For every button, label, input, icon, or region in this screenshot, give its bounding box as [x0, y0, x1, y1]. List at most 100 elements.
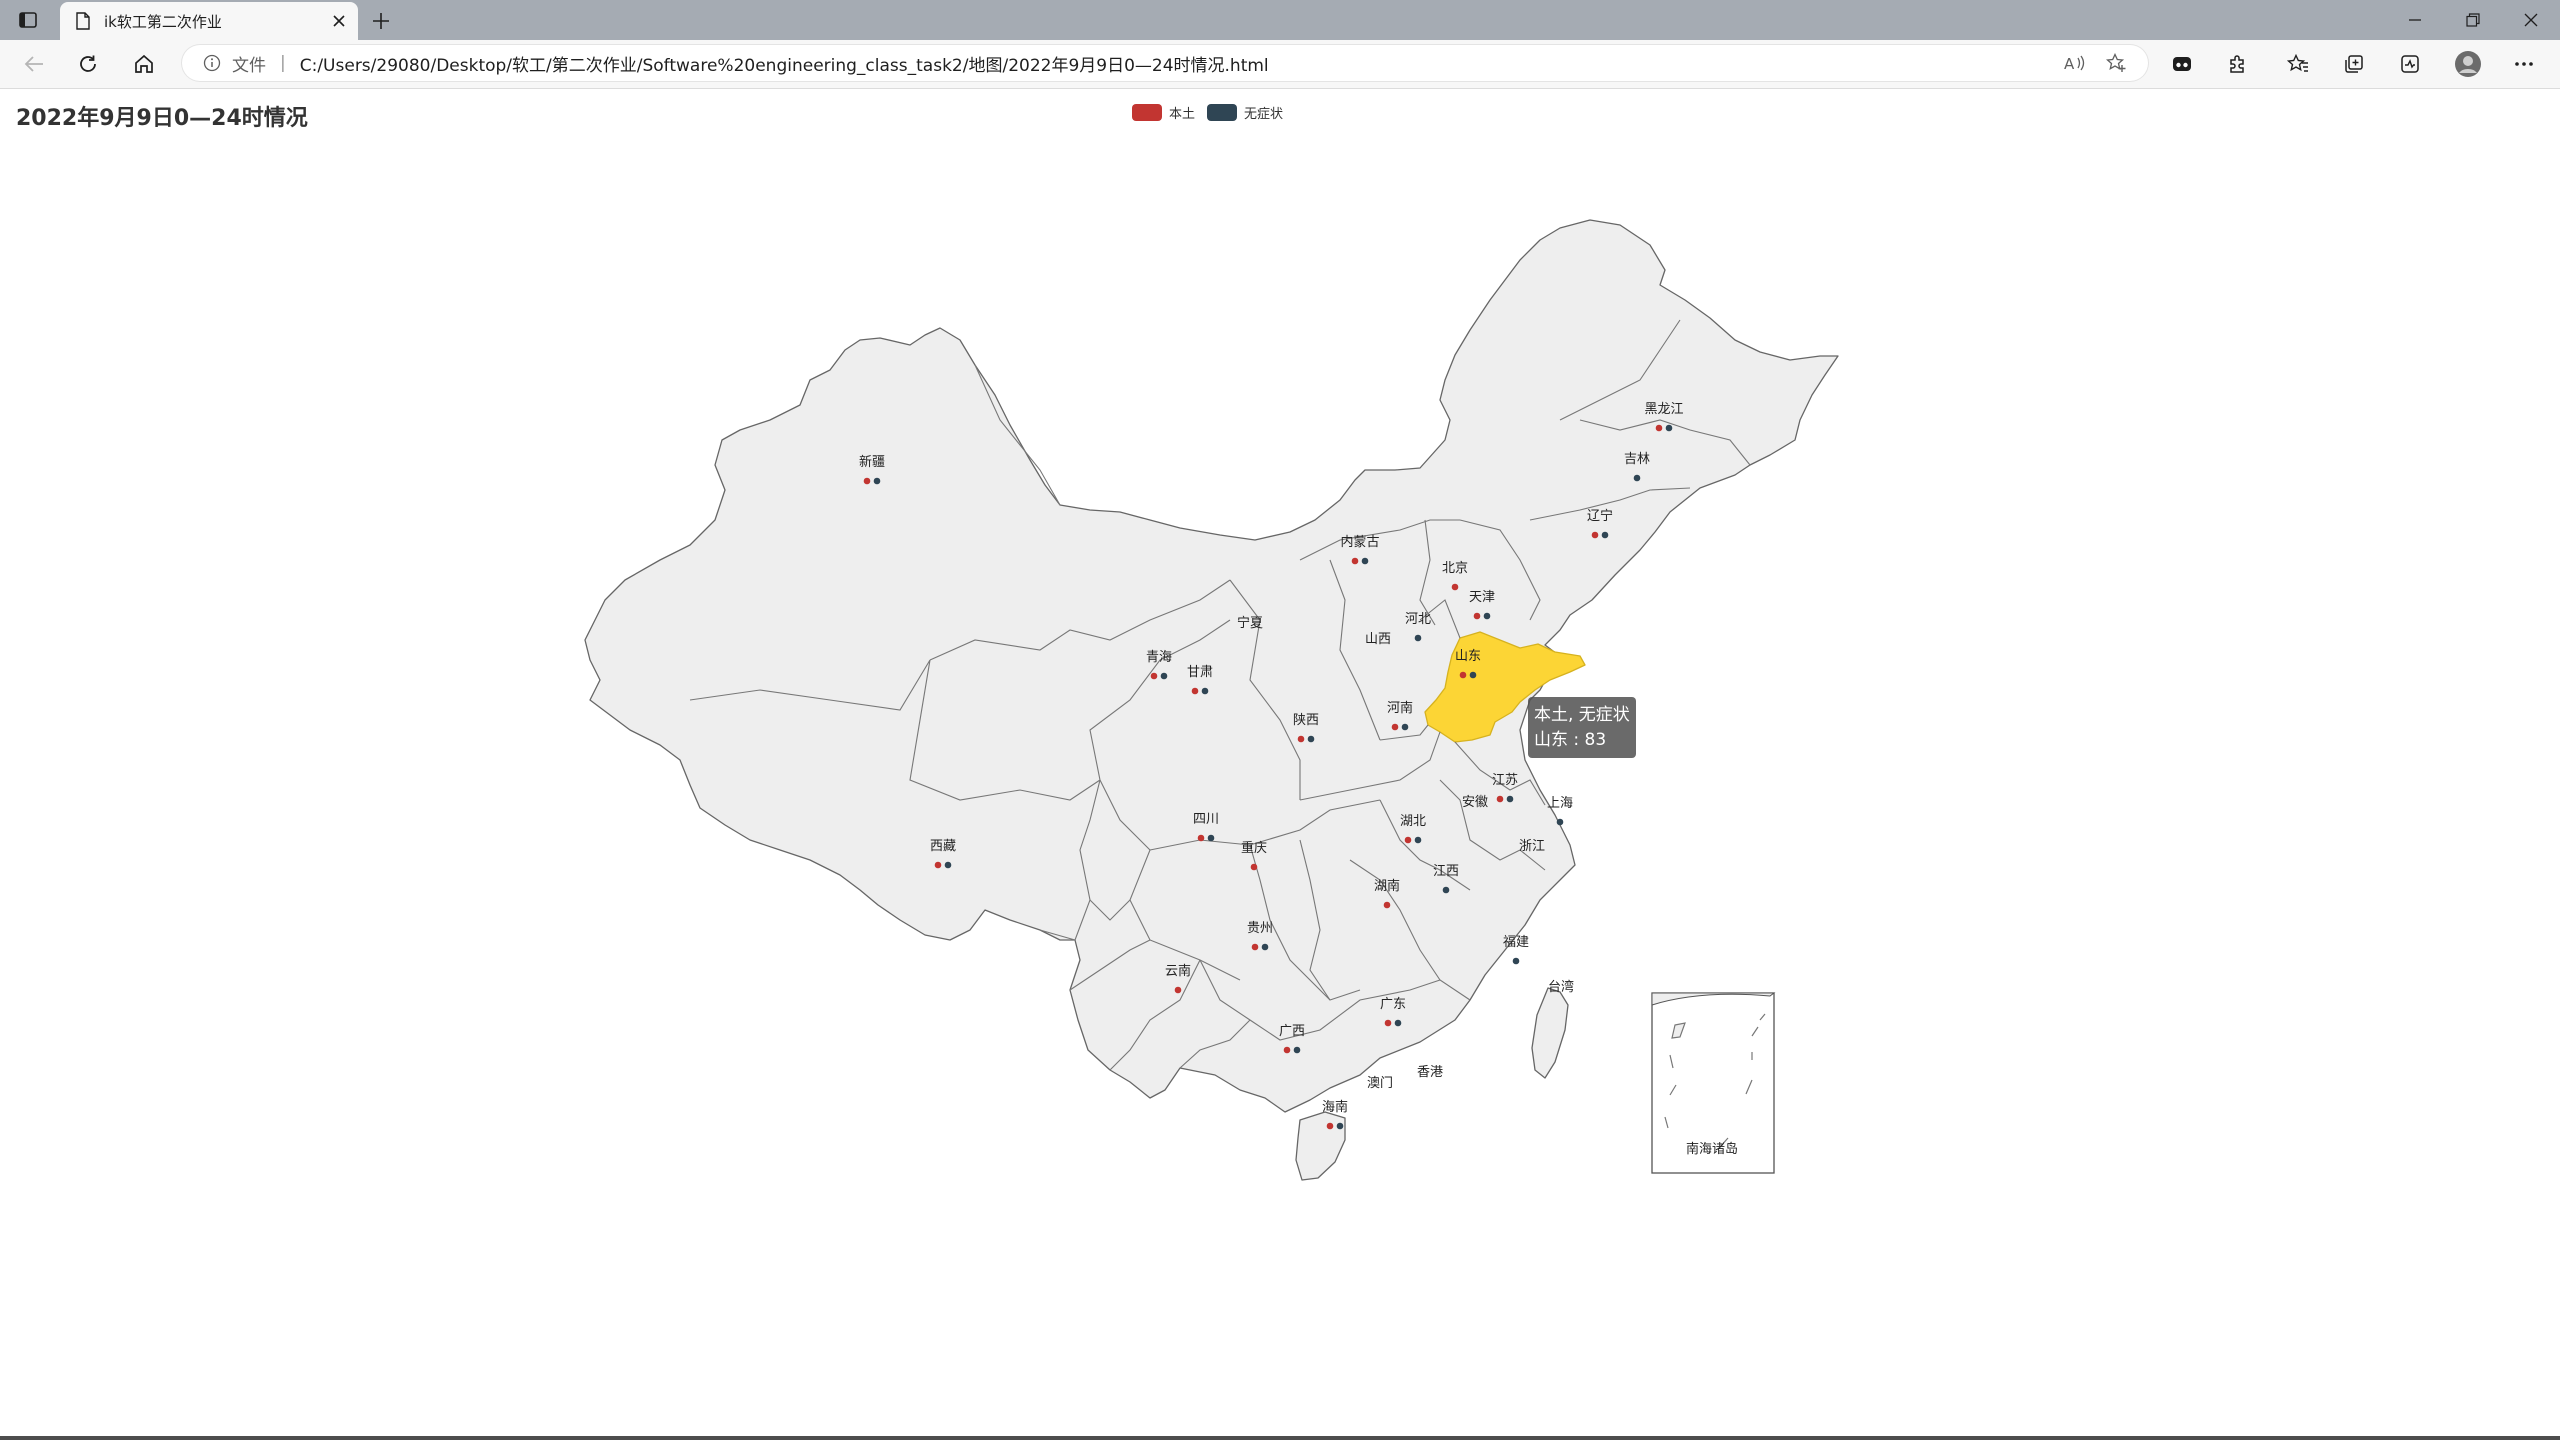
province-label: 黑龙江	[1644, 402, 1683, 417]
province-label: 辽宁	[1587, 508, 1613, 524]
back-arrow-icon	[24, 56, 43, 72]
province-marker[interactable]	[934, 861, 942, 869]
province-marker[interactable]	[1261, 943, 1269, 951]
province-marker[interactable]	[1326, 1122, 1334, 1130]
province-label: 青海	[1146, 650, 1172, 665]
back-button[interactable]	[16, 47, 52, 81]
province-marker[interactable]	[1384, 1019, 1392, 1027]
province-marker[interactable]	[1414, 836, 1422, 844]
plus-icon	[373, 13, 389, 29]
province-label: 湖南	[1374, 878, 1400, 894]
province-marker[interactable]	[1394, 1019, 1402, 1027]
province-label: 广西	[1279, 1024, 1305, 1039]
province-marker[interactable]	[1283, 1046, 1291, 1054]
performance-button[interactable]	[2392, 47, 2428, 81]
province-marker[interactable]	[1297, 735, 1305, 743]
province-label: 澳门	[1367, 1075, 1393, 1091]
province-marker[interactable]	[1601, 531, 1609, 539]
new-tab-button[interactable]	[366, 6, 396, 36]
province-marker[interactable]	[1191, 687, 1199, 695]
province-label: 海南	[1322, 1099, 1348, 1115]
province-marker[interactable]	[1473, 612, 1481, 620]
extension-button[interactable]	[2164, 47, 2200, 81]
province-marker[interactable]	[1506, 795, 1514, 803]
address-url[interactable]: C:/Users/29080/Desktop/软工/第二次作业/Software…	[300, 51, 1269, 76]
province-marker[interactable]	[1174, 986, 1182, 994]
province-marker[interactable]	[1361, 557, 1369, 565]
province-label: 北京	[1442, 561, 1468, 576]
province-marker[interactable]	[1351, 557, 1359, 565]
province-label: 宁夏	[1237, 615, 1263, 631]
province-marker[interactable]	[1459, 671, 1467, 679]
province-marker[interactable]	[1197, 834, 1205, 842]
read-aloud-icon[interactable]: A	[2062, 51, 2088, 75]
tab-title: ik软工第二次作业	[104, 12, 222, 31]
province-marker[interactable]	[1633, 474, 1641, 482]
more-icon	[2515, 62, 2533, 66]
add-favorite-icon[interactable]	[2104, 51, 2130, 75]
taiwan-region	[1531, 987, 1569, 1079]
extension-icon	[2173, 57, 2191, 71]
svg-text:A: A	[2064, 55, 2075, 72]
province-marker[interactable]	[1401, 723, 1409, 731]
active-tab[interactable]: ik软工第二次作业	[60, 2, 358, 40]
province-marker[interactable]	[1383, 901, 1391, 909]
province-label: 云南	[1165, 963, 1191, 979]
more-menu-button[interactable]	[2506, 47, 2542, 81]
restore-button[interactable]	[2444, 0, 2502, 40]
province-marker[interactable]	[1250, 863, 1258, 871]
profile-button[interactable]	[2450, 47, 2486, 81]
province-marker[interactable]	[944, 861, 952, 869]
province-marker[interactable]	[1150, 672, 1158, 680]
province-marker[interactable]	[1404, 836, 1412, 844]
address-bar[interactable]: 文件 | C:/Users/29080/Desktop/软工/第二次作业/Sof…	[182, 45, 2148, 81]
province-marker[interactable]	[873, 477, 881, 485]
province-marker[interactable]	[1207, 834, 1215, 842]
map-tooltip: 本土, 无症状 山东 : 83	[1528, 697, 1636, 758]
province-marker[interactable]	[1591, 531, 1599, 539]
province-marker[interactable]	[1307, 735, 1315, 743]
close-window-icon	[2524, 13, 2538, 27]
info-icon[interactable]	[202, 53, 222, 73]
province-marker[interactable]	[1512, 957, 1520, 965]
province-marker[interactable]	[1336, 1122, 1344, 1130]
tab-strip: ik软工第二次作业	[0, 0, 2560, 40]
province-marker[interactable]	[1665, 424, 1673, 432]
province-label: 香港	[1417, 1065, 1443, 1080]
home-button[interactable]	[126, 47, 162, 81]
province-marker[interactable]	[1556, 818, 1564, 826]
extensions-button[interactable]	[2220, 47, 2256, 81]
province-label: 陕西	[1293, 713, 1319, 728]
minimize-button[interactable]	[2386, 0, 2444, 40]
province-marker[interactable]	[1442, 886, 1450, 894]
inset-label: 南海诸岛	[1686, 1141, 1738, 1157]
province-marker[interactable]	[863, 477, 871, 485]
province-marker[interactable]	[1496, 795, 1504, 803]
province-label: 浙江	[1519, 839, 1545, 854]
home-icon	[135, 54, 153, 73]
province-marker[interactable]	[1201, 687, 1209, 695]
window-bottom-edge	[0, 1436, 2560, 1440]
province-marker[interactable]	[1469, 671, 1477, 679]
province-marker[interactable]	[1414, 634, 1422, 642]
collections-button[interactable]	[2336, 47, 2372, 81]
province-marker[interactable]	[1293, 1046, 1301, 1054]
close-tab-icon[interactable]	[324, 6, 354, 36]
province-label: 湖北	[1400, 814, 1426, 829]
tab-actions-button[interactable]	[14, 8, 42, 32]
province-marker[interactable]	[1251, 943, 1259, 951]
china-map: 黑龙江吉林辽宁内蒙古北京天津河北山西山东 新疆宁夏青海甘肃陕西 河南西藏 四川重庆 湖北…	[584, 219, 1839, 1181]
favorites-button[interactable]	[2280, 47, 2316, 81]
close-window-button[interactable]	[2502, 0, 2560, 40]
refresh-icon	[80, 55, 96, 72]
province-marker[interactable]	[1391, 723, 1399, 731]
province-marker[interactable]	[1655, 424, 1663, 432]
province-marker[interactable]	[1160, 672, 1168, 680]
puzzle-icon	[2230, 55, 2244, 73]
province-label: 重庆	[1241, 840, 1267, 856]
province-marker[interactable]	[1483, 612, 1491, 620]
heart-pulse-icon	[2401, 55, 2419, 73]
tooltip-value: 山东 : 83	[1534, 730, 1607, 750]
province-marker[interactable]	[1451, 583, 1459, 591]
refresh-button[interactable]	[70, 47, 106, 81]
